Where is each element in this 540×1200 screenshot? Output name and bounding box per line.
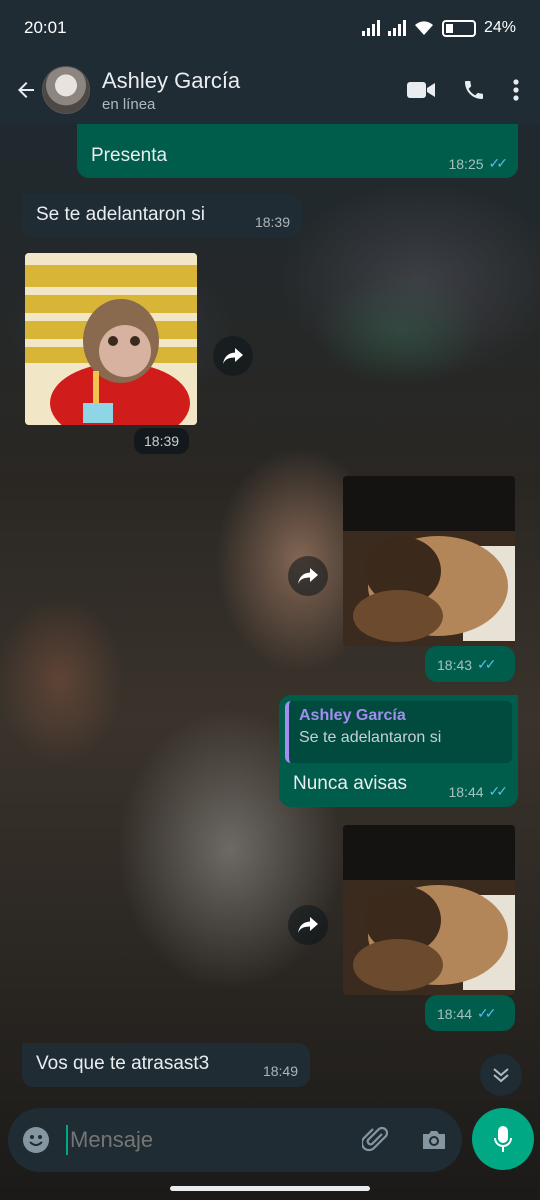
signal-icon-2: [387, 20, 406, 36]
navigation-handle[interactable]: [170, 1186, 370, 1191]
image-meta-bubble: 18:43 ✓✓: [425, 646, 515, 682]
sticker-message[interactable]: [25, 253, 197, 425]
message-time: 18:39: [254, 214, 290, 230]
camera-icon[interactable]: [420, 1128, 448, 1152]
quoted-message[interactable]: Ashley García Se te adelantaron si: [285, 701, 512, 763]
battery-icon: [441, 19, 476, 37]
message-text: Nunca avisas: [293, 773, 408, 794]
image-meta-bubble: 18:44 ✓✓: [425, 995, 515, 1031]
message-text: Se te adelantaron si: [36, 204, 206, 225]
message-bubble-incoming[interactable]: Vos que te atrasast3 18:49: [22, 1043, 310, 1087]
avatar[interactable]: [42, 66, 90, 114]
forward-icon[interactable]: [213, 336, 253, 376]
message-text: Vos que te atrasast3: [36, 1053, 210, 1074]
photo-image: [343, 825, 515, 995]
chat-header: Ashley García en línea: [0, 56, 540, 124]
message-time: 18:25: [448, 155, 484, 172]
scroll-to-bottom-button[interactable]: [480, 1054, 522, 1096]
phone-icon[interactable]: [462, 78, 486, 102]
message-input[interactable]: [70, 1127, 362, 1153]
image-message[interactable]: [343, 825, 515, 995]
quoted-text: Se te adelantaron si: [299, 729, 442, 746]
contact-name: Ashley García: [102, 67, 241, 93]
emoji-icon[interactable]: [22, 1126, 50, 1154]
contact-status: en línea: [102, 95, 156, 113]
message-time: 18:44: [437, 1005, 473, 1022]
message-composer: [8, 1108, 462, 1172]
forward-icon[interactable]: [288, 905, 328, 945]
message-time: 18:39: [144, 433, 180, 449]
quoted-author: Ashley García: [299, 707, 406, 724]
status-time: 20:01: [24, 18, 67, 37]
message-time: 18:49: [262, 1063, 298, 1079]
monkey-sticker-image: [25, 253, 197, 425]
message-bubble-incoming[interactable]: Se te adelantaron si 18:39: [22, 194, 302, 238]
photo-image: [343, 476, 515, 646]
read-ticks-icon: ✓✓: [488, 783, 509, 799]
back-arrow-icon[interactable]: [12, 76, 40, 104]
mic-button[interactable]: [472, 1108, 534, 1170]
read-ticks-icon: ✓✓: [477, 1005, 497, 1021]
image-message[interactable]: [343, 476, 515, 646]
more-options-icon[interactable]: [512, 78, 520, 102]
message-meta: 18:25 ✓✓: [448, 155, 509, 172]
wifi-icon: [414, 21, 433, 35]
video-call-icon[interactable]: [406, 79, 436, 101]
battery-percent: 24%: [483, 19, 516, 36]
message-meta: 18:44 ✓✓: [448, 783, 509, 800]
status-bar: 20:01 24%: [0, 0, 540, 56]
message-time: 18:44: [448, 783, 484, 800]
read-ticks-icon: ✓✓: [488, 155, 509, 171]
read-ticks-icon: ✓✓: [477, 656, 497, 672]
text-cursor: [66, 1125, 68, 1155]
mic-icon: [494, 1126, 512, 1152]
chevron-down-icon: [493, 1068, 509, 1083]
attach-icon[interactable]: [362, 1126, 390, 1154]
signal-icon: [361, 20, 380, 36]
message-text: Presenta: [91, 145, 168, 166]
message-time: 18:43: [437, 656, 473, 673]
reply-message-bubble[interactable]: Ashley García Se te adelantaron si Nunca…: [279, 695, 518, 807]
contact-info[interactable]: Ashley García en línea: [102, 68, 406, 113]
forward-icon[interactable]: [288, 556, 328, 596]
status-icons: 24%: [361, 19, 516, 37]
message-time-chip: 18:39: [134, 428, 190, 454]
